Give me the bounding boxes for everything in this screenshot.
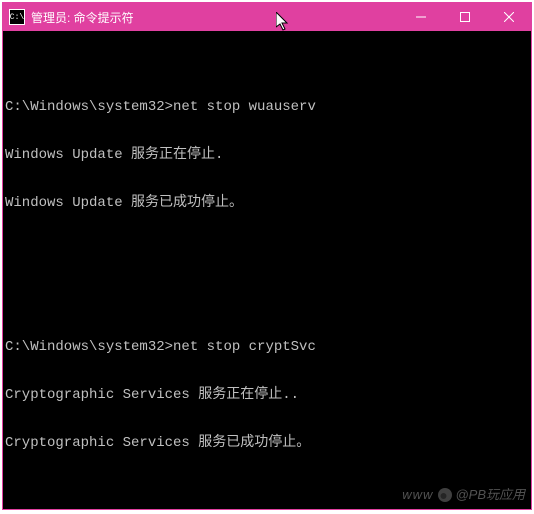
prompt-line: C:\Windows\system32>net stop cryptSvc <box>5 339 529 355</box>
command-text: net stop wuauserv <box>173 99 316 115</box>
command-text: net stop cryptSvc <box>173 339 316 355</box>
app-icon: C:\ <box>9 9 25 25</box>
command-block: C:\Windows\system32>net stop wuauserv Wi… <box>5 67 529 243</box>
output-line: Cryptographic Services 服务已成功停止。 <box>5 435 529 451</box>
prompt-line: C:\Windows\system32>net stop wuauserv <box>5 99 529 115</box>
close-icon <box>504 12 514 22</box>
close-button[interactable] <box>487 3 531 31</box>
output-line: Windows Update 服务已成功停止。 <box>5 195 529 211</box>
maximize-icon <box>460 12 470 22</box>
output-line: Windows Update 服务正在停止. <box>5 147 529 163</box>
command-block: C:\Windows\system32>net stop cryptSvc Cr… <box>5 307 529 483</box>
output-line: Cryptographic Services 服务正在停止.. <box>5 387 529 403</box>
weibo-icon <box>437 487 453 503</box>
terminal-body[interactable]: C:\Windows\system32>net stop wuauserv Wi… <box>3 31 531 509</box>
watermark-www: www <box>402 487 433 503</box>
cmd-window: C:\ 管理员: 命令提示符 C:\Windows\system32>net s… <box>2 2 532 510</box>
watermark: www @PB玩应用 <box>402 487 525 503</box>
watermark-handle: @PB玩应用 <box>455 487 525 503</box>
prompt: C:\Windows\system32> <box>5 99 173 115</box>
minimize-icon <box>416 12 426 22</box>
minimize-button[interactable] <box>399 3 443 31</box>
titlebar[interactable]: C:\ 管理员: 命令提示符 <box>3 3 531 31</box>
window-title: 管理员: 命令提示符 <box>31 9 134 26</box>
maximize-button[interactable] <box>443 3 487 31</box>
prompt: C:\Windows\system32> <box>5 339 173 355</box>
